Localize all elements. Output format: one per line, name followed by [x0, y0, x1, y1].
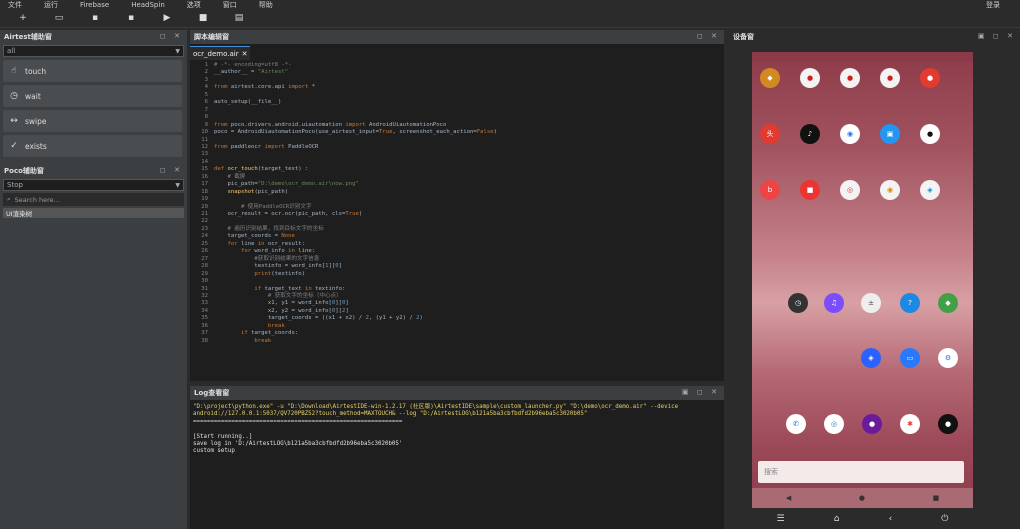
photos-icon[interactable]: ✱	[900, 414, 920, 434]
stop-icon[interactable]: ■	[198, 13, 208, 23]
panel-controls[interactable]: ◻ ✕	[160, 32, 183, 40]
clock-icon[interactable]: ◷	[788, 293, 808, 313]
files-icon[interactable]: ▭	[900, 348, 920, 368]
touch-label: touch	[25, 66, 47, 76]
exists-label: exists	[25, 141, 47, 151]
app-icon[interactable]: ◈	[861, 348, 881, 368]
music-icon[interactable]: ♫	[824, 293, 844, 313]
exists-button[interactable]: ✓ exists	[3, 135, 182, 157]
airtest-mode-select[interactable]: all ▼	[3, 45, 184, 57]
wait-button[interactable]: ◷ wait	[3, 85, 182, 107]
tiktok-icon[interactable]: ♪	[800, 124, 820, 144]
menu-bar: 文件 运行 Firebase HeadSpin 选项 窗口 帮助 登录	[0, 0, 1020, 9]
save-as-icon[interactable]: ▪	[126, 13, 136, 23]
log-panel: Log查看窗 ▣ ◻ ✕ "D:\project\python.exe" -u …	[190, 386, 724, 529]
calculator-icon[interactable]: ±	[861, 293, 881, 313]
app-icon[interactable]: ●	[938, 414, 958, 434]
messages-icon[interactable]: ◎	[824, 414, 844, 434]
script-editor-panel: 脚本编辑窗 ◻ ✕ ocr_demo.air ✕ 1 # -*- encoding…	[190, 30, 724, 381]
device-title: 设备窗	[733, 33, 754, 41]
poco-mode-select[interactable]: Stop ▼	[3, 179, 184, 191]
airtest-panel-header: Airtest辅助窗 ◻ ✕	[0, 30, 187, 44]
device-header: 设备窗 ▣ ◻ ✕	[729, 30, 1020, 44]
swipe-icon: ↔	[10, 116, 18, 126]
open-folder-icon[interactable]: ▭	[54, 13, 64, 23]
home-icon[interactable]: ⌂	[834, 514, 840, 524]
editor-title: 脚本编辑窗	[194, 33, 229, 41]
app-icon[interactable]: ●	[840, 68, 860, 88]
help-icon[interactable]: ?	[900, 293, 920, 313]
ui-tree-item[interactable]: UI渲染树	[3, 208, 184, 218]
panel-controls[interactable]: ◻ ✕	[697, 32, 720, 40]
qq-icon[interactable]: ●	[920, 124, 940, 144]
settings-icon[interactable]: ⚙	[938, 348, 958, 368]
hand-icon: ☝	[11, 66, 17, 76]
status-bar	[752, 52, 973, 62]
contacts-icon[interactable]: ●	[862, 414, 882, 434]
app-icon[interactable]: ●	[880, 68, 900, 88]
airtest-mode-value: all	[7, 47, 16, 55]
app-icon[interactable]: ◆	[760, 68, 780, 88]
ui-tree-label: UI渲染树	[6, 210, 33, 218]
poco-panel-header: Poco辅助窗 ◻ ✕	[0, 164, 187, 178]
bilibili-icon[interactable]: b	[760, 180, 780, 200]
phone-search-bar[interactable]: 搜索	[758, 461, 964, 483]
menu-firebase[interactable]: Firebase	[80, 1, 109, 9]
power-icon[interactable]: ⏻	[941, 514, 948, 524]
view-log-icon[interactable]: ▤	[234, 13, 244, 23]
poco-search-input[interactable]: ⌕ Search here...	[3, 193, 184, 206]
touch-button[interactable]: ☝ touch	[3, 60, 182, 82]
panel-controls[interactable]: ▣ ◻ ✕	[978, 32, 1016, 40]
log-title: Log查看窗	[194, 389, 230, 397]
log-header: Log查看窗 ▣ ◻ ✕	[190, 386, 724, 400]
phone-search-hint: 搜索	[764, 468, 778, 476]
swipe-button[interactable]: ↔ swipe	[3, 110, 182, 132]
chrome-icon[interactable]: ◉	[840, 124, 860, 144]
search-placeholder: Search here...	[14, 195, 60, 204]
menu-icon[interactable]: ☰	[777, 514, 785, 524]
run-icon[interactable]: ▶	[162, 13, 172, 23]
check-circle-icon: ✓	[10, 141, 18, 151]
panel-controls[interactable]: ▣ ◻ ✕	[682, 388, 720, 396]
poco-mode-value: Stop	[7, 181, 23, 189]
gallery-icon[interactable]: ▣	[880, 124, 900, 144]
menu-headspin[interactable]: HeadSpin	[131, 1, 165, 9]
editor-header: 脚本编辑窗 ◻ ✕	[190, 30, 724, 44]
chevron-down-icon: ▼	[175, 48, 180, 55]
clock-icon: ◷	[10, 91, 18, 101]
tab-ocr-demo[interactable]: ocr_demo.air ✕	[190, 46, 250, 60]
phone-icon[interactable]: ✆	[786, 414, 806, 434]
save-icon[interactable]: ▪	[90, 13, 100, 23]
new-file-icon[interactable]: +	[18, 13, 28, 23]
app-icon[interactable]: ◈	[920, 180, 940, 200]
airtest-panel-title: Airtest辅助窗	[4, 33, 52, 41]
device-screen[interactable]: ◆ ● ● ● ● 头 ♪ ◉ ▣ ● b ■ ◎ ◉ ◈ ◷ ♫ ± ? ◆ …	[752, 52, 973, 508]
app-icon[interactable]: ●	[920, 68, 940, 88]
music-icon[interactable]: ◎	[840, 180, 860, 200]
search-icon: ⌕	[7, 195, 11, 203]
left-panel: Airtest辅助窗 ◻ ✕ all ▼ ☝ touch ◷ wait ↔ sw…	[0, 30, 187, 529]
back-icon[interactable]: ‹	[889, 514, 893, 524]
toolbar: + ▭ ▪ ▪ ▶ ■ ▤	[0, 9, 1020, 28]
panel-controls[interactable]: ◻ ✕	[160, 166, 183, 174]
weibo-icon[interactable]: ◉	[880, 180, 900, 200]
close-icon[interactable]: ✕	[242, 50, 248, 58]
chevron-down-icon: ▼	[175, 182, 180, 189]
app-icon[interactable]: 头	[760, 124, 780, 144]
log-output: "D:\project\python.exe" -u "D:\Download\…	[193, 404, 679, 455]
poco-panel-title: Poco辅助窗	[4, 167, 44, 175]
phone-nav-bar: ◀ ● ■	[752, 488, 973, 508]
code-area[interactable]: 1 # -*- encoding=utf8 -*- 2 __author__ = "…	[190, 62, 724, 380]
swipe-label: swipe	[25, 116, 47, 126]
app-icon[interactable]: ●	[800, 68, 820, 88]
home-icon[interactable]: ●	[859, 494, 865, 502]
back-icon[interactable]: ◀	[786, 494, 791, 502]
recent-apps-icon[interactable]: ■	[933, 494, 940, 502]
app-icon[interactable]: ■	[800, 180, 820, 200]
wait-label: wait	[25, 91, 41, 101]
tab-label: ocr_demo.air	[193, 49, 239, 58]
app-icon[interactable]: ◆	[938, 293, 958, 313]
device-control-bar: ☰ ⌂ ‹ ⏻	[752, 508, 973, 529]
